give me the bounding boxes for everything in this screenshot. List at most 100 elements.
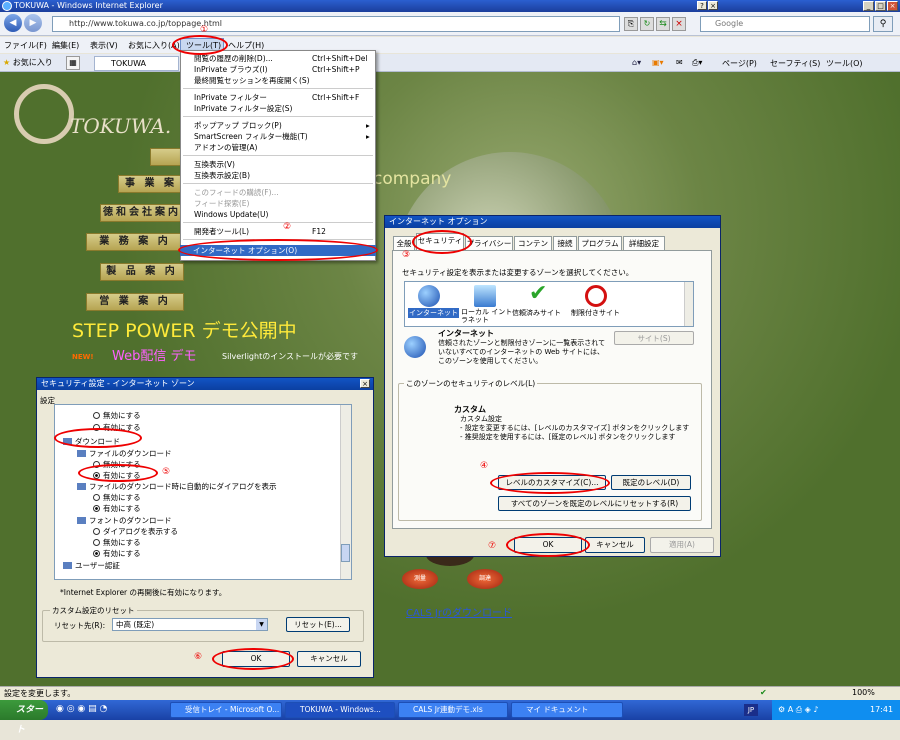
chevron-down-icon[interactable]: ▼ (256, 619, 267, 630)
menu-item-inprivate-filter[interactable]: InPrivate フィルター (194, 93, 267, 102)
zone-intranet[interactable]: ローカル イントラネット (461, 308, 513, 324)
protected-mode-icon: ✔ (760, 688, 767, 697)
menu-item-compat-settings[interactable]: 互換表示設定(B) (194, 171, 250, 180)
dialog-close-button[interactable]: × (708, 1, 718, 10)
intranet-zone-icon[interactable] (474, 285, 496, 307)
menu-item-inprivate-filter-settings[interactable]: InPrivate フィルター設定(S) (194, 104, 292, 113)
radio-icon[interactable] (93, 528, 100, 535)
tab-programs[interactable]: プログラム (578, 236, 622, 250)
start-button[interactable]: スタート (0, 700, 48, 735)
security-dialog-close-button[interactable]: × (360, 379, 370, 388)
reset-all-zones-button[interactable]: すべてのゾーンを既定のレベルにリセットする(R) (498, 496, 691, 511)
compat-view-icon[interactable]: ⎘ (624, 17, 638, 31)
inet-cancel-button[interactable]: キャンセル (585, 537, 645, 553)
task-my-documents[interactable]: マイ ドキュメント (511, 702, 623, 718)
task-outlook[interactable]: 受信トレイ - Microsoft O... (170, 702, 282, 718)
browser-tab[interactable]: TOKUWA (94, 56, 179, 71)
radio-icon[interactable] (93, 412, 100, 419)
tree-row[interactable]: ダイアログを表示する (93, 527, 178, 536)
internet-zone-icon[interactable] (418, 285, 440, 307)
go-icon[interactable]: ⇆ (656, 17, 670, 31)
menu-item-popup-blocker[interactable]: ポップアップ ブロック(P) (194, 121, 282, 130)
menu-view[interactable]: 表示(V) (90, 40, 118, 51)
nav-company[interactable]: 徳和会社案内 (100, 204, 184, 222)
step-power-link[interactable]: STEP POWER デモ公開中 (72, 316, 297, 343)
task-ie[interactable]: TOKUWA - Windows... (285, 702, 395, 718)
sites-button[interactable]: サイト(S) (614, 331, 694, 345)
tab-advanced[interactable]: 詳細設定 (623, 236, 665, 250)
radio-selected-icon[interactable] (93, 550, 100, 557)
radio-icon[interactable] (93, 539, 100, 546)
scrollbar-thumb[interactable] (341, 544, 350, 562)
maximize-button[interactable]: □ (875, 1, 886, 11)
close-button[interactable]: × (887, 1, 898, 11)
refresh-icon[interactable]: ↻ (640, 17, 654, 31)
web-demo-link[interactable]: Web配信 デモ (112, 345, 196, 364)
print-icon[interactable]: ⎙▾ (692, 58, 702, 68)
trusted-sites-icon[interactable]: ✔ (529, 282, 547, 306)
tab-privacy[interactable]: プライバシー (465, 236, 513, 250)
zoom-level[interactable]: 100% (852, 688, 875, 697)
home-icon[interactable]: ⌂▾ (632, 58, 641, 67)
menu-item-delete-history[interactable]: 閲覧の履歴の削除(D)... (194, 54, 273, 63)
default-level-button[interactable]: 既定のレベル(D) (611, 475, 691, 490)
reset-group-label: カスタム設定のリセット (50, 605, 137, 616)
zone-list-scrollbar[interactable] (684, 282, 693, 326)
tree-row[interactable]: 無効にする (93, 538, 141, 547)
procurement-button[interactable]: 調達 (467, 569, 503, 589)
favorites-button[interactable]: ★ お気に入り (3, 57, 53, 68)
nav-products[interactable]: 製 品 案 内 (100, 263, 184, 281)
menu-item-reopen-session[interactable]: 最終閲覧セッションを再度開く(S) (194, 76, 310, 85)
zone-internet[interactable]: インターネット (408, 308, 459, 318)
reset-button[interactable]: リセット(E)... (286, 617, 350, 632)
zone-trusted[interactable]: 信頼済みサイト (512, 308, 561, 318)
menu-item-addons[interactable]: アドオンの管理(A) (194, 143, 257, 152)
safety-menu[interactable]: セーフティ(S) (770, 58, 820, 69)
minimize-button[interactable]: _ (863, 1, 874, 11)
menu-file[interactable]: ファイル(F) (4, 40, 47, 51)
menu-item-smartscreen[interactable]: SmartScreen フィルター機能(T) (194, 132, 308, 141)
cals-download-link[interactable]: CALS Jrのダウンロード (406, 604, 512, 619)
task-excel[interactable]: CALS Jr連動デモ.xls (398, 702, 508, 718)
tree-row[interactable]: 有効にする (93, 549, 141, 558)
quick-tabs-icon[interactable]: ▦ (66, 56, 80, 70)
tree-row[interactable]: 有効にする (93, 504, 141, 513)
mail-icon[interactable]: ✉ (676, 58, 683, 67)
menu-item-compat-view[interactable]: 互換表示(V) (194, 160, 235, 169)
tree-row[interactable]: 無効にする (93, 493, 141, 502)
help-button[interactable]: ? (697, 1, 707, 10)
feeds-icon[interactable]: ▣▾ (652, 58, 664, 67)
search-icon[interactable]: ⚲ (873, 16, 893, 32)
zone-restricted[interactable]: 制限付きサイト (571, 308, 620, 318)
search-input[interactable]: Google (700, 16, 870, 32)
page-menu[interactable]: ページ(P) (722, 58, 757, 69)
quick-launch-icons[interactable]: ◉ ◎ ◉ ▤ ◔ (56, 704, 107, 714)
menu-item-windows-update[interactable]: Windows Update(U) (194, 210, 268, 219)
favorites-label: お気に入り (12, 58, 53, 67)
survey-button[interactable]: 測量 (402, 569, 438, 589)
restricted-sites-icon[interactable] (585, 285, 607, 307)
forward-button[interactable]: ▶ (24, 14, 42, 32)
tools-command-menu[interactable]: ツール(O) (826, 58, 863, 69)
stop-icon[interactable]: × (672, 17, 686, 31)
radio-selected-icon[interactable] (93, 505, 100, 512)
tab-connections[interactable]: 接続 (553, 236, 577, 250)
tab-content[interactable]: コンテンツ (514, 236, 552, 261)
nav-business[interactable]: 事 業 案 (118, 175, 184, 193)
reset-level-select[interactable]: 中高 (既定) (112, 618, 268, 631)
nav-sales[interactable]: 営 業 案 内 (86, 293, 184, 311)
menu-item-inprivate-browse[interactable]: InPrivate ブラウズ(I) (194, 65, 268, 74)
tree-row[interactable]: 無効にする (93, 411, 141, 420)
ime-language[interactable]: JP (744, 704, 758, 716)
menu-item-dev-tools[interactable]: 開発者ツール(L) (194, 227, 249, 236)
inet-apply-button[interactable]: 適用(A) (650, 537, 714, 553)
url-input[interactable]: http://www.tokuwa.co.jp/toppage.html (52, 16, 620, 32)
nav-services[interactable]: 業 務 案 内 (86, 233, 184, 251)
radio-icon[interactable] (93, 494, 100, 501)
sec-cancel-button[interactable]: キャンセル (297, 651, 361, 667)
security-level-label: このゾーンのセキュリティのレベル(L) (404, 378, 538, 389)
back-button[interactable]: ◀ (4, 14, 22, 32)
menu-edit[interactable]: 編集(E) (52, 40, 79, 51)
internet-options-title: インターネット オプション (385, 216, 720, 228)
tray-icons[interactable]: ⚙ A ⎙ ◈ ♪ (778, 705, 818, 715)
